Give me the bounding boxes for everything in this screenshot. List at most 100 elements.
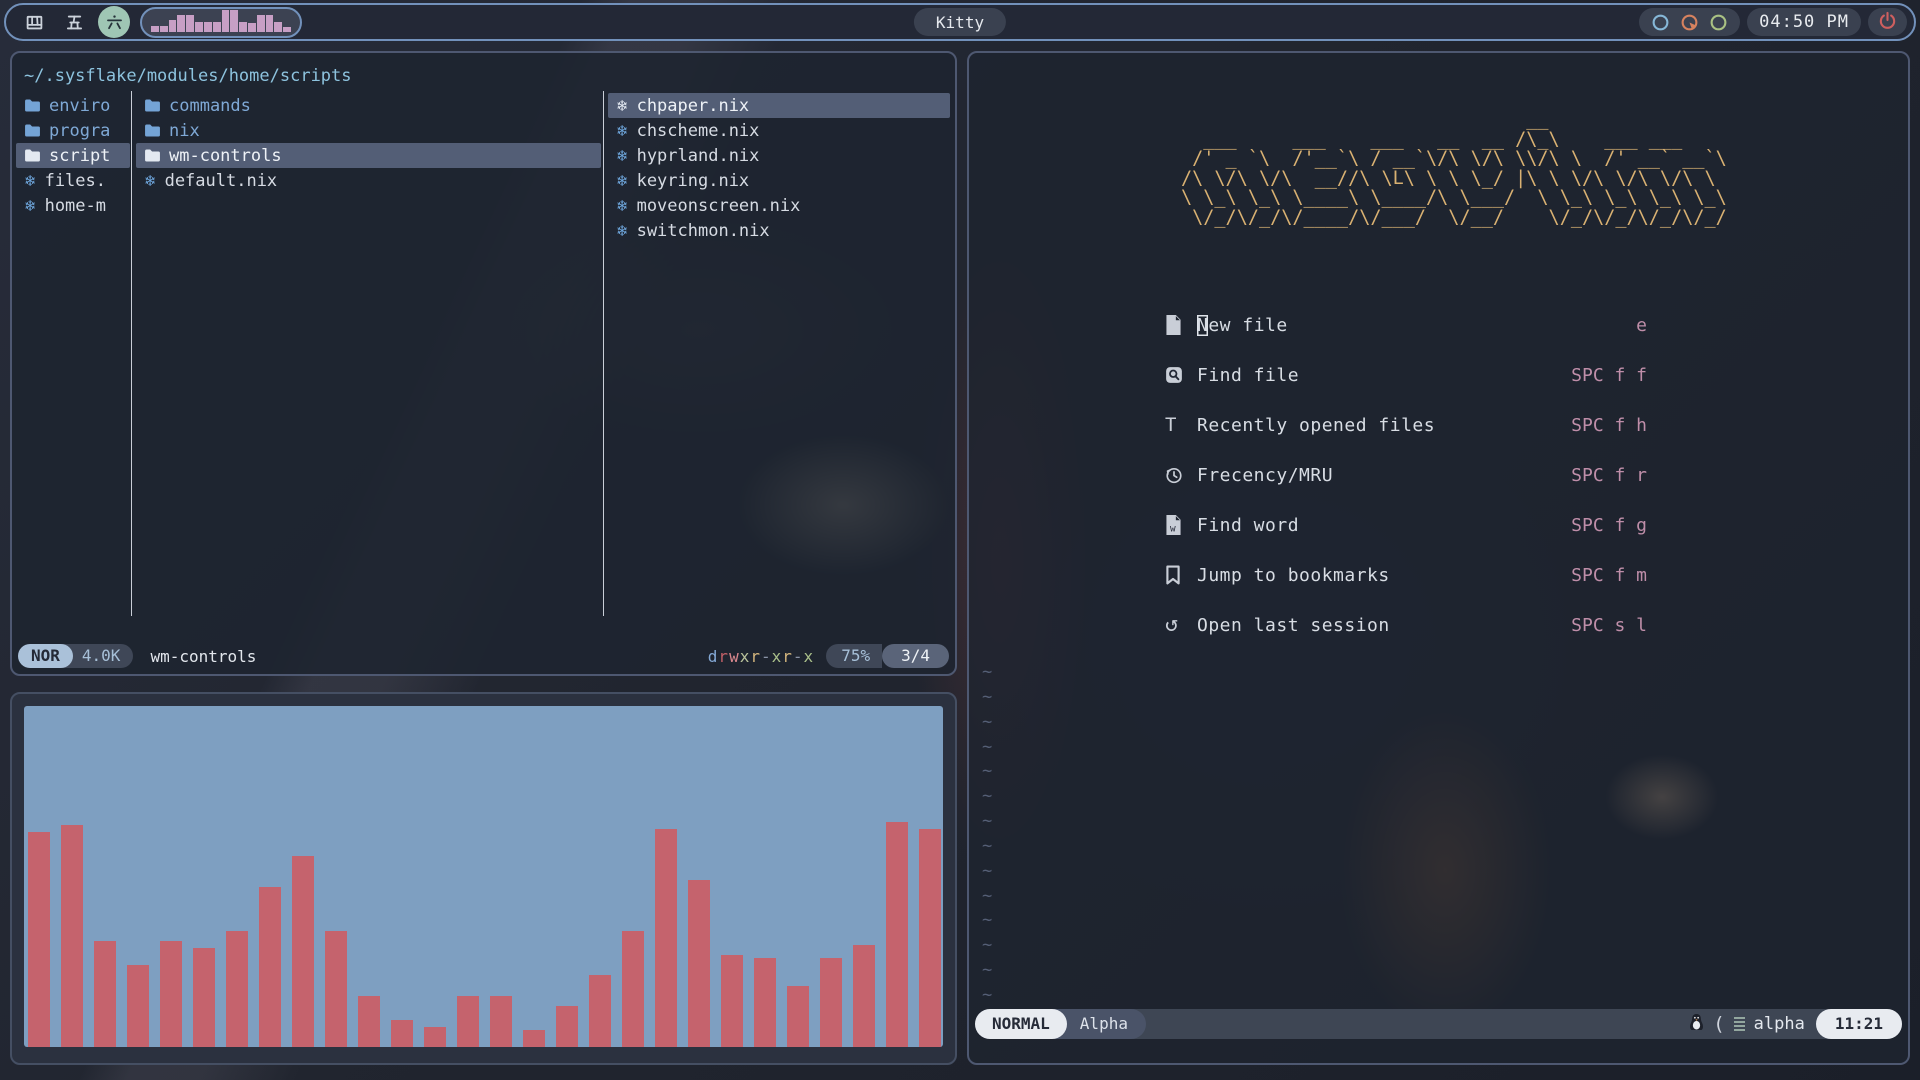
file-entry-hyprland.nix[interactable]: ❄hyprland.nix <box>608 143 950 168</box>
menu-item-new-file[interactable]: New filee <box>1165 300 1647 350</box>
directory-entry-enviro[interactable]: enviro <box>16 93 130 118</box>
workspace-button-3-active[interactable] <box>98 6 130 38</box>
file-entry-switchmon.nix[interactable]: ❄switchmon.nix <box>608 218 950 243</box>
visualizer-bar <box>169 20 177 32</box>
chart-bar <box>28 832 50 1047</box>
permission-char: r <box>718 647 729 666</box>
filetype-segment: alpha <box>1754 1014 1805 1034</box>
circle-blue-icon[interactable] <box>1651 13 1670 32</box>
chart-bar <box>853 945 875 1047</box>
nix-icon: ❄ <box>24 172 37 190</box>
visualizer-bar <box>283 27 291 32</box>
permission-char: - <box>793 647 804 666</box>
file-entry-files.[interactable]: ❄ files. <box>16 168 130 193</box>
workspace-button-2[interactable] <box>58 6 90 38</box>
chart-bar <box>292 856 314 1047</box>
menu-item-shortcut: SPC f f <box>1571 365 1647 386</box>
permission-char: - <box>761 647 772 666</box>
workspace-switcher <box>18 6 130 38</box>
directory-entry-script[interactable]: script <box>16 143 130 168</box>
entry-label: chpaper.nix <box>637 96 750 116</box>
active-window-title[interactable]: Kitty <box>914 8 1006 36</box>
chart-bar <box>820 958 842 1047</box>
entry-label: wm-controls <box>169 146 282 166</box>
directory-entry-commands[interactable]: commands <box>136 93 601 118</box>
entry-label: files. <box>45 171 106 191</box>
svg-text:w: w <box>1170 523 1176 534</box>
chart-bar <box>754 958 776 1047</box>
visualizer-bar <box>195 22 203 32</box>
menu-item-shortcut: SPC f m <box>1571 565 1647 586</box>
frecency-icon <box>1165 466 1197 484</box>
recent-files-icon: T <box>1165 416 1197 435</box>
top-bar-right: 04:50 PM <box>1639 8 1907 36</box>
chart-bar <box>457 996 479 1047</box>
file-entry-chpaper.nix[interactable]: ❄chpaper.nix <box>608 93 950 118</box>
chart-bar <box>391 1020 413 1047</box>
selected-entry-name: wm-controls <box>150 647 256 666</box>
file-entry-home-m[interactable]: ❄home-m <box>16 193 130 218</box>
folder-icon <box>144 98 161 113</box>
menu-item-frecency-mru[interactable]: Frecency/MRUSPC f r <box>1165 450 1647 500</box>
system-tray <box>1639 8 1740 36</box>
workspace-button-1[interactable] <box>18 6 50 38</box>
visualizer-bar <box>177 15 185 32</box>
entry-label: script <box>49 146 110 166</box>
file-manager-statusbar: NOR 4.0K wm-controls drwxr-xr-x 75% 3/4 <box>18 644 949 668</box>
folder-icon <box>144 123 161 138</box>
dashboard-menu: New filee Find file SPC f f TRecently opene… <box>1165 300 1647 650</box>
visualizer-bar <box>186 15 194 32</box>
menu-item-open-last-session[interactable]: ↺Open last sessionSPC s l <box>1165 600 1647 650</box>
clock-widget: 04:50 PM <box>1747 8 1861 36</box>
power-button[interactable] <box>1868 8 1907 36</box>
entry-label: home-m <box>45 196 106 216</box>
chart-bar <box>688 880 710 1047</box>
directory-entry-progra[interactable]: progra <box>16 118 130 143</box>
folder-icon <box>24 148 41 163</box>
entry-label: switchmon.nix <box>637 221 770 241</box>
menu-item-label: Find file <box>1197 365 1299 386</box>
folder-icon <box>24 123 41 138</box>
menu-item-label: Jump to bookmarks <box>1197 565 1390 586</box>
visualizer-bar <box>222 10 230 32</box>
chart-bar <box>919 829 941 1047</box>
neovim-window: __ ___ ___ ___ __ __ /\_\ ___ ___ /' _ `… <box>967 51 1910 1065</box>
visualizer-window <box>10 692 957 1065</box>
chart-bar <box>226 931 248 1047</box>
menu-item-recently-opened-files[interactable]: TRecently opened filesSPC f h <box>1165 400 1647 450</box>
file-entry-default.nix[interactable]: ❄ default.nix <box>136 168 601 193</box>
file-entry-keyring.nix[interactable]: ❄keyring.nix <box>608 168 950 193</box>
chart-bar <box>259 887 281 1047</box>
chart-bar <box>325 931 347 1047</box>
entry-label: nix <box>169 121 200 141</box>
chart-bar <box>556 1006 578 1047</box>
file-entry-moveonscreen.nix[interactable]: ❄ moveonscreen.nix <box>608 193 950 218</box>
chart-bar <box>94 941 116 1047</box>
menu-item-shortcut: SPC f r <box>1571 465 1647 486</box>
directory-entry-nix[interactable]: nix <box>136 118 601 143</box>
visualizer-bar <box>257 15 265 32</box>
chart-bar <box>61 825 83 1047</box>
column-divider <box>131 91 132 616</box>
nix-icon: ❄ <box>616 197 629 215</box>
text-cursor: N <box>1197 315 1208 336</box>
entry-label: default.nix <box>165 171 278 191</box>
menu-item-shortcut: SPC f h <box>1571 415 1647 436</box>
power-icon <box>1878 11 1897 34</box>
menu-item-jump-to-bookmarks[interactable]: Jump to bookmarks SPC f m <box>1165 550 1647 600</box>
menu-item-label: New file <box>1197 315 1288 336</box>
folder-icon <box>24 98 41 113</box>
circle-green-icon[interactable] <box>1709 13 1728 32</box>
chart-bar <box>358 996 380 1047</box>
entry-label: moveonscreen.nix <box>637 196 801 216</box>
pie-orange-icon[interactable] <box>1680 13 1699 32</box>
menu-item-find-word[interactable]: wFind wordSPC f g <box>1165 500 1647 550</box>
menu-item-label: Find word <box>1197 515 1299 536</box>
menu-item-find-file[interactable]: Find file SPC f f <box>1165 350 1647 400</box>
permissions-text: drwxr-xr-x <box>708 647 814 666</box>
find-file-icon <box>1165 366 1197 384</box>
directory-entry-wm-controls[interactable]: wm-controls <box>136 143 601 168</box>
nix-icon: ❄ <box>144 172 157 190</box>
visualizer-bar <box>239 22 247 32</box>
file-entry-chscheme.nix[interactable]: ❄chscheme.nix <box>608 118 950 143</box>
